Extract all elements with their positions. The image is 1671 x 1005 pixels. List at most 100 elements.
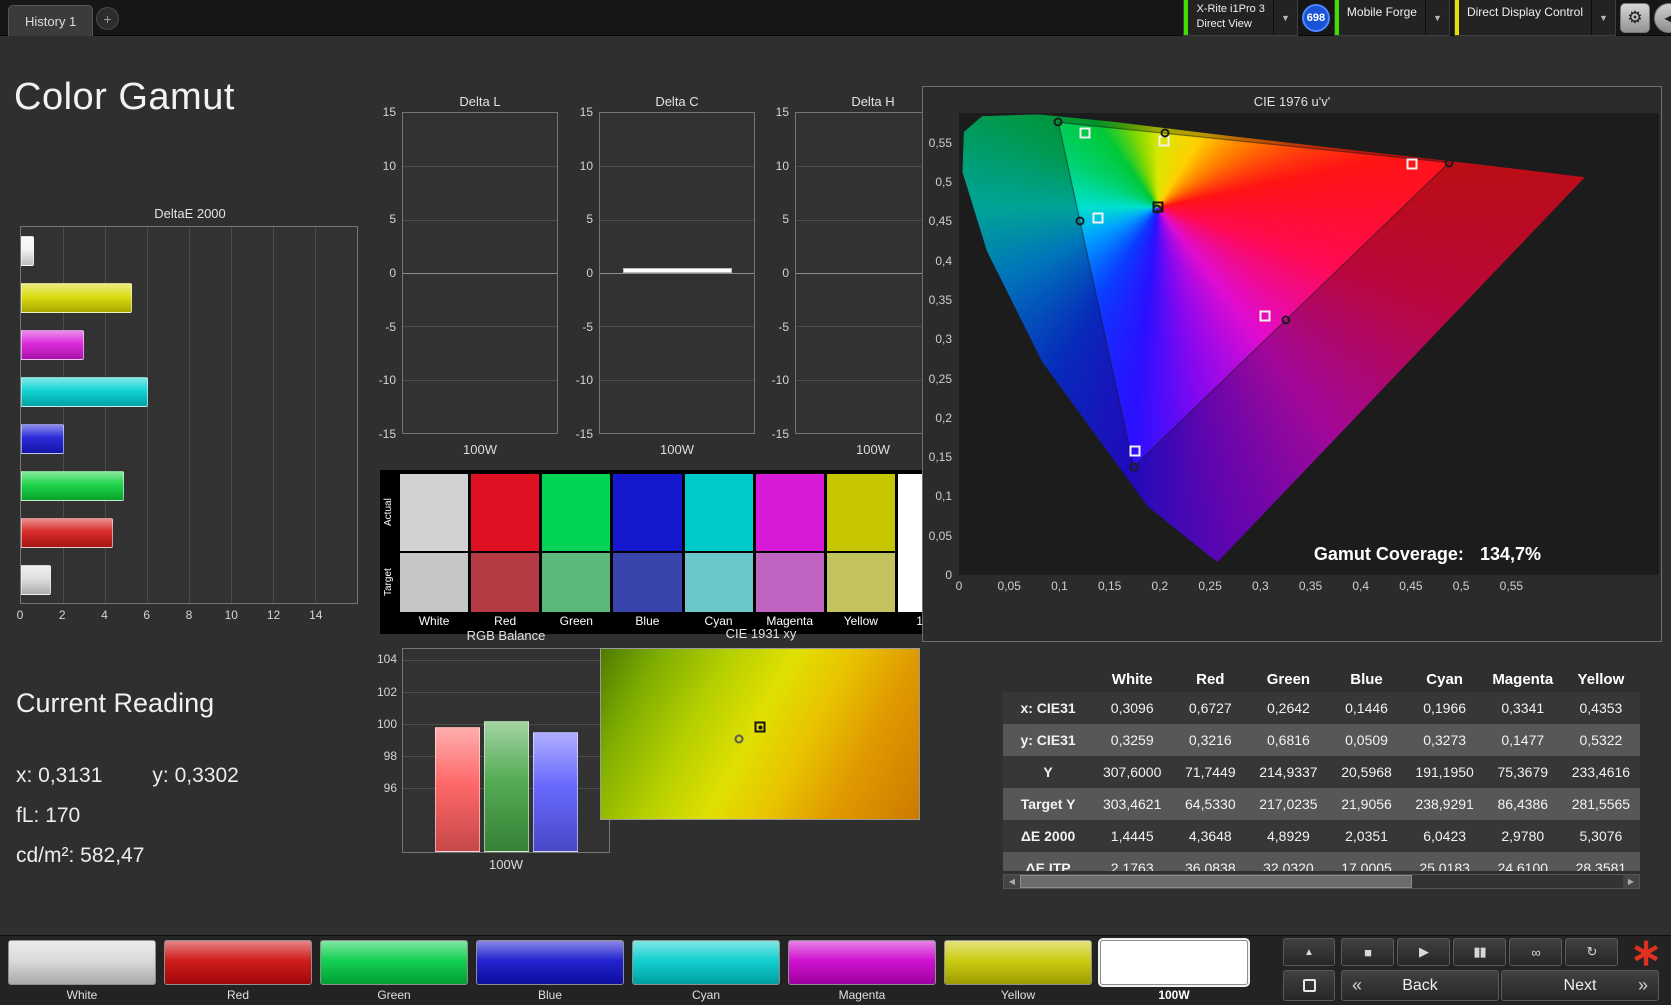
results-row-label: Y — [1043, 764, 1053, 780]
strip-row-labels: Actual Target — [382, 474, 397, 630]
delta-l-yticks: 15 10 5 0 -5 -10 -15 — [365, 105, 398, 441]
deltae-plot — [20, 226, 358, 604]
play-button[interactable]: ▶ — [1397, 938, 1450, 966]
patch-button-blue[interactable]: Blue — [476, 940, 624, 1002]
swatch-target — [684, 553, 753, 612]
scrollbar-thumb[interactable] — [1020, 875, 1412, 888]
swatch-target — [755, 553, 824, 612]
axis-tick-label: -15 — [771, 427, 789, 441]
results-cell: 36,0838 — [1185, 860, 1236, 871]
cie-measured-blue-marker — [1129, 462, 1139, 472]
settings-gear-button[interactable]: ⚙ — [1620, 3, 1650, 33]
patch-button-yellow[interactable]: Yellow — [944, 940, 1092, 1002]
next-chevron-icon: » — [1637, 975, 1648, 995]
patch-button-magenta[interactable]: Magenta — [788, 940, 936, 1002]
results-cell: 233,4616 — [1571, 764, 1631, 780]
results-row-label: Target Y — [1020, 796, 1076, 812]
axis-tick-label: 0,5 — [1452, 579, 1470, 593]
axis-tick-label: 0,1 — [935, 489, 952, 504]
axis-tick-label: 10 — [775, 158, 789, 173]
meter-label: X-Rite i1Pro 3 Direct View — [1188, 0, 1272, 35]
history-tab[interactable]: History 1 — [8, 5, 94, 36]
cie-measured-magenta-marker — [1281, 315, 1291, 325]
delta-c-chart: Delta C 15 10 5 0 -5 -10 -15 100W — [562, 94, 757, 469]
axis-tick-label: 98 — [383, 749, 397, 764]
pattern-source-dropdown-button[interactable]: ▼ — [1424, 0, 1449, 35]
axis-tick-label: 0 — [955, 579, 963, 593]
axis-tick-label: 0,15 — [1097, 579, 1122, 593]
axis-tick-label: -10 — [575, 373, 593, 388]
refresh-icon: ↻ — [1586, 944, 1598, 959]
axis-tick-label: 0,55 — [1499, 579, 1524, 593]
axis-tick-label: 0,25 — [1198, 579, 1222, 593]
actual-row-label: Actual — [383, 498, 394, 527]
axis-tick-label: 0,55 — [928, 135, 952, 150]
reading-y-value: y: 0,3302 — [152, 764, 239, 787]
scrollbar-track[interactable] — [1020, 875, 1623, 888]
pattern-source-selector[interactable]: Mobile Forge ▼ — [1333, 0, 1450, 36]
back-button[interactable]: « Back — [1341, 970, 1499, 1001]
collapse-panel-button[interactable]: ◀ — [1654, 3, 1671, 33]
meter-dropdown-button[interactable]: ▼ — [1272, 0, 1297, 35]
back-chevron-icon: « — [1352, 975, 1363, 995]
next-button[interactable]: Next » — [1501, 970, 1659, 1001]
deltae-bars — [21, 227, 357, 603]
meter-selector[interactable]: X-Rite i1Pro 3 Direct View ▼ — [1183, 0, 1298, 36]
results-grid: White Red Green Blue Cyan Magenta Yellow x: CI… — [1003, 666, 1640, 871]
swatch-column-green: Green — [542, 474, 611, 630]
add-tab-button[interactable]: + — [96, 7, 119, 30]
patch-button-cyan[interactable]: Cyan — [632, 940, 780, 1002]
pattern-up-button[interactable]: ▲ — [1283, 938, 1335, 966]
patch-button-green[interactable]: Green — [320, 940, 468, 1002]
cie1976-yticks: 0 0,05 0,1 0,15 0,2 0,25 0,3 0,35 0,4 0,45 0,5 0,55 — [923, 113, 956, 582]
axis-tick-label: 0,45 — [1399, 579, 1423, 593]
results-col-header: White — [1111, 670, 1153, 688]
axis-tick-label: 0,2 — [935, 410, 952, 425]
refresh-button[interactable]: ↻ — [1565, 938, 1618, 966]
axis-tick-label: 0,1 — [1051, 579, 1068, 593]
loop-icon: ∞ — [1531, 944, 1540, 960]
stop-button[interactable]: ■ — [1341, 938, 1394, 966]
axis-tick-label: 5 — [782, 212, 789, 227]
swatch-target — [471, 553, 540, 612]
scroll-left-button[interactable]: ◀ — [1004, 875, 1020, 888]
pause-button[interactable]: ▮▮ — [1453, 938, 1506, 966]
delta-l-gridline — [403, 326, 557, 328]
scroll-right-button[interactable]: ▶ — [1623, 875, 1639, 888]
patch-button-red[interactable]: Red — [164, 940, 312, 1002]
results-col-header: Magenta — [1492, 670, 1554, 688]
pattern-window-button[interactable] — [1283, 970, 1335, 1001]
delta-l-gridline — [403, 219, 557, 221]
play-icon: ▶ — [1419, 944, 1429, 959]
patch-label: Magenta — [838, 988, 886, 1002]
patch-button-100w[interactable]: 100W — [1098, 938, 1250, 1002]
meter-name: X-Rite i1Pro 3 — [1196, 3, 1265, 15]
results-row-label: x: CIE31 — [1020, 700, 1076, 716]
patch-label: Cyan — [691, 988, 720, 1002]
axis-tick-label: 8 — [185, 608, 193, 622]
patch-button-white[interactable]: White — [8, 940, 156, 1002]
axis-tick-label: 0,2 — [1151, 579, 1169, 593]
axis-tick-label: -5 — [778, 319, 789, 334]
cie1976-title: CIE 1976 u'v' — [1253, 94, 1331, 109]
axis-tick-label: 0,15 — [928, 450, 952, 465]
results-hscrollbar[interactable]: ◀ ▶ — [1003, 874, 1640, 889]
swatch-label: White — [418, 614, 450, 628]
results-cell: 2,9780 — [1501, 828, 1545, 844]
display-control-selector[interactable]: Direct Display Control ▼ — [1453, 0, 1616, 36]
results-row: y: CIE31 0,3259 0,3216 0,6816 0,0509 0,3273 0,… — [1003, 724, 1640, 756]
results-cell: 4,8929 — [1267, 828, 1310, 844]
scroll-left-icon: ◀ — [1008, 877, 1016, 886]
axis-tick-label: 100 — [376, 716, 397, 731]
page-title: Color Gamut — [14, 76, 235, 118]
patch-swatch — [632, 940, 780, 985]
swatch-actual — [471, 474, 540, 551]
axis-tick-label: 0,35 — [928, 293, 952, 307]
results-header-row: White Red Green Blue Cyan Magenta Yellow — [1003, 666, 1640, 692]
results-cell: 0,2642 — [1267, 700, 1310, 716]
patch-swatch — [476, 940, 624, 985]
loop-button[interactable]: ∞ — [1509, 938, 1562, 966]
results-cell: 25,0183 — [1419, 860, 1470, 871]
results-cell: 6,0423 — [1423, 828, 1467, 844]
display-control-dropdown-button[interactable]: ▼ — [1591, 0, 1615, 35]
